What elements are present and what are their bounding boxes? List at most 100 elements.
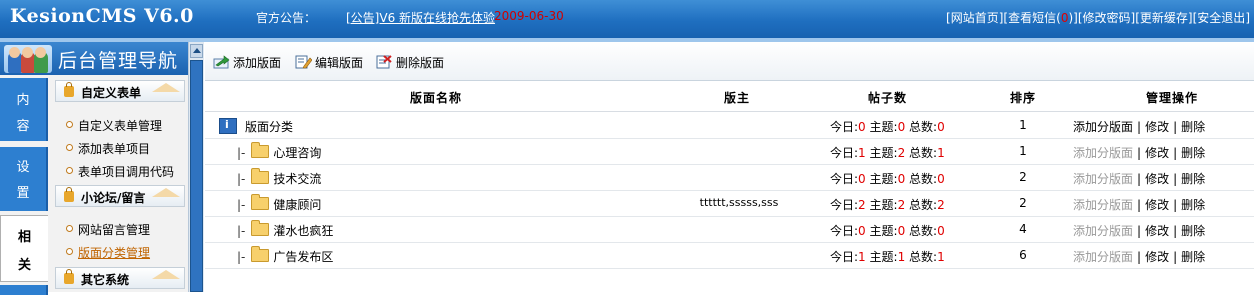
tab-char: 内 xyxy=(16,93,30,108)
topics-count: 2 xyxy=(897,198,906,212)
order-cell: 2 xyxy=(1019,170,1027,184)
logout-link[interactable]: 安全退出 xyxy=(1197,11,1245,25)
top-header-bar: KesionCMS V6.0 官方公告： [公告]V6 新版在线抢先体验 200… xyxy=(0,0,1254,38)
section-title: 自定义表单 xyxy=(81,86,142,100)
tab-related[interactable]: 相 关 xyxy=(0,215,48,282)
topics-label: 主题: xyxy=(869,224,898,238)
edit-link[interactable]: 修改 xyxy=(1145,120,1169,134)
add-sub-board-link: 添加分版面 xyxy=(1073,250,1134,264)
tree-branch: |- xyxy=(237,224,246,238)
col-board-name: 版面名称 xyxy=(410,91,463,105)
sidebar-item-label: 版面分类管理 xyxy=(78,246,151,260)
delete-link[interactable]: 删除 xyxy=(1181,172,1205,186)
section-tab-decoration xyxy=(152,188,180,197)
bullet-icon xyxy=(66,167,73,174)
edit-link[interactable]: 修改 xyxy=(1145,172,1169,186)
total-count: 1 xyxy=(937,250,945,264)
table-row: |- 技术交流 今日:0 主题:0 总数:0 2 添加分版面 | 修改 | 删除 xyxy=(205,164,1254,191)
scroll-up-arrow-icon[interactable] xyxy=(190,44,203,58)
actions-cell: 添加分版面 | 修改 | 删除 xyxy=(1073,144,1205,161)
sidebar-item-label: 表单项目调用代码 xyxy=(78,165,175,179)
actions-cell: 添加分版面 | 修改 | 删除 xyxy=(1073,196,1205,213)
sidebar-item-guestbook-manage[interactable]: 网站留言管理 xyxy=(66,221,150,238)
left-navigation: 后台管理导航 内 容 设 置 相 关 自定义表单 自定义表单管理 添加表单项目 … xyxy=(0,42,204,295)
edit-link[interactable]: 修改 xyxy=(1145,146,1169,160)
separator: | xyxy=(1137,146,1142,160)
board-name[interactable]: 灌水也疯狂 xyxy=(273,224,333,238)
bracket: ] xyxy=(1245,11,1250,25)
delete-link[interactable]: 删除 xyxy=(1181,120,1205,134)
add-sub-board-link: 添加分版面 xyxy=(1073,172,1134,186)
folder-icon xyxy=(251,246,270,262)
sidebar-item-form-call-code[interactable]: 表单项目调用代码 xyxy=(66,163,174,180)
topics-label: 主题: xyxy=(869,120,898,134)
actions-cell: 添加分版面 | 修改 | 删除 xyxy=(1073,222,1205,239)
folder-icon xyxy=(251,194,270,210)
order-cell: 1 xyxy=(1019,118,1027,132)
post-stats: 今日:1 主题:1 总数:1 xyxy=(830,248,945,265)
sidebar-item-board-category-manage[interactable]: 版面分类管理 xyxy=(66,244,150,261)
site-home-link[interactable]: 网站首页 xyxy=(951,11,999,25)
edit-link[interactable]: 修改 xyxy=(1145,198,1169,212)
edit-board-label: 编辑版面 xyxy=(315,56,364,70)
delete-link[interactable]: 删除 xyxy=(1181,250,1205,264)
sidebar-scrollbar[interactable] xyxy=(188,42,204,292)
board-name[interactable]: 健康顾问 xyxy=(273,198,321,212)
total-count: 0 xyxy=(937,172,945,186)
update-cache-link[interactable]: 更新缓存 xyxy=(1140,11,1188,25)
notice-link[interactable]: [公告]V6 新版在线抢先体验 xyxy=(346,9,495,26)
add-sub-board-link[interactable]: 添加分版面 xyxy=(1073,120,1133,134)
section-title: 小论坛/留言 xyxy=(81,191,146,205)
topics-count: 0 xyxy=(897,224,906,238)
today-count: 2 xyxy=(858,198,866,212)
delete-x-icon xyxy=(376,55,392,69)
board-name[interactable]: 广告发布区 xyxy=(273,250,333,264)
sidebar-item-add-form-field[interactable]: 添加表单项目 xyxy=(66,140,150,157)
section-tab-decoration xyxy=(152,270,180,279)
post-stats: 今日:0 主题:0 总数:0 xyxy=(830,118,945,135)
board-name[interactable]: 版面分类 xyxy=(245,120,293,134)
total-count: 0 xyxy=(937,224,945,238)
section-forum[interactable]: 小论坛/留言 xyxy=(55,185,185,207)
add-sub-board-link: 添加分版面 xyxy=(1073,224,1134,238)
board-name[interactable]: 技术交流 xyxy=(273,172,321,186)
total-label: 总数: xyxy=(909,172,938,186)
board-name-cell: |- 健康顾问 xyxy=(237,194,321,213)
total-label: 总数: xyxy=(909,120,938,134)
section-custom-forms[interactable]: 自定义表单 xyxy=(55,80,185,102)
delete-link[interactable]: 删除 xyxy=(1181,146,1205,160)
today-label: 今日: xyxy=(830,224,859,238)
change-password-link[interactable]: 修改密码 xyxy=(1083,11,1131,25)
delete-link[interactable]: 删除 xyxy=(1181,198,1205,212)
delete-link[interactable]: 删除 xyxy=(1181,224,1205,238)
order-cell: 1 xyxy=(1019,144,1027,158)
scroll-thumb[interactable] xyxy=(190,60,203,292)
tab-settings[interactable]: 设 置 xyxy=(0,147,48,211)
lock-icon xyxy=(64,187,74,202)
brand-logo-text: KesionCMS V6.0 xyxy=(10,5,194,27)
edit-link[interactable]: 修改 xyxy=(1145,250,1169,264)
board-name-cell: |- 心理咨询 xyxy=(237,142,321,161)
order-cell: 6 xyxy=(1019,248,1027,262)
tab-more[interactable] xyxy=(0,285,48,295)
section-tab-decoration xyxy=(152,83,180,92)
edit-link[interactable]: 修改 xyxy=(1145,224,1169,238)
tab-char: 容 xyxy=(16,119,30,134)
post-stats: 今日:1 主题:2 总数:1 xyxy=(830,144,945,161)
view-messages-link[interactable]: 查看短信(0) xyxy=(1008,11,1073,25)
add-sub-board-link: 添加分版面 xyxy=(1073,198,1134,212)
section-other-systems[interactable]: 其它系统 xyxy=(55,267,185,289)
separator: | xyxy=(1137,250,1142,264)
message-count: 0 xyxy=(1060,11,1069,25)
board-name[interactable]: 心理咨询 xyxy=(273,146,321,160)
tree-branch: |- xyxy=(237,198,246,212)
tab-content[interactable]: 内 容 xyxy=(0,78,48,141)
view-messages-label: 查看短信 xyxy=(1008,11,1057,25)
folder-icon xyxy=(251,142,270,158)
tree-branch: |- xyxy=(237,172,246,186)
separator: | xyxy=(1173,172,1178,186)
col-moderator: 版主 xyxy=(724,91,751,105)
add-arrow-icon xyxy=(213,55,230,69)
sidebar-item-custom-form-manage[interactable]: 自定义表单管理 xyxy=(66,117,162,134)
today-label: 今日: xyxy=(830,120,859,134)
